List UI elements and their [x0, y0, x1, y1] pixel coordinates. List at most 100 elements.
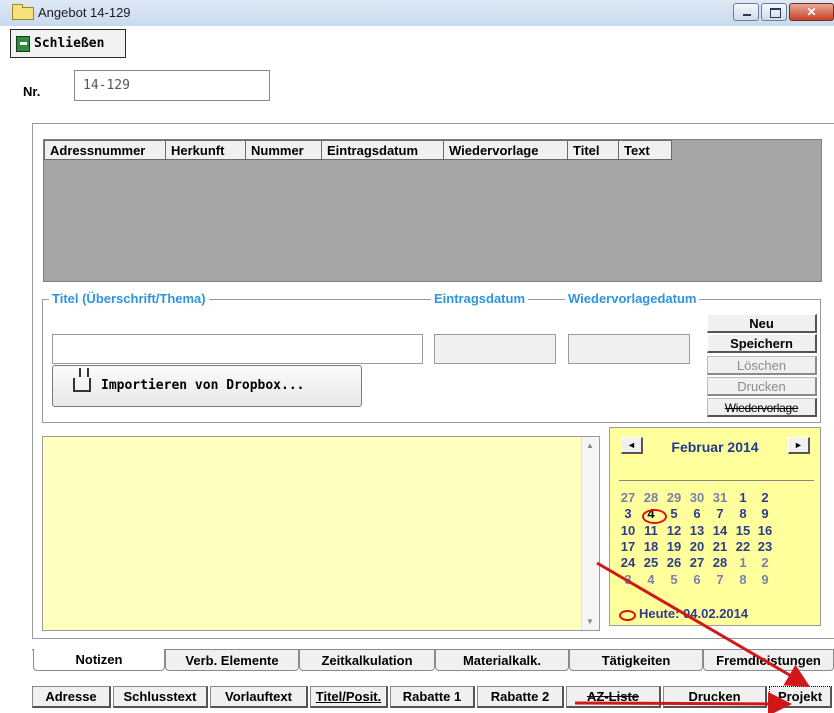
- window-close-button[interactable]: ✕: [789, 3, 834, 21]
- today-marker-icon: [619, 610, 636, 621]
- tab-print[interactable]: Drucken: [663, 686, 767, 708]
- column-header[interactable]: Text: [619, 140, 672, 160]
- calendar[interactable]: ◄ Februar 2014 ► 27 28 29 30 31 1 2 3 4 5 6 7 8 9 10 11…: [609, 427, 821, 626]
- close-icon: ✕: [806, 5, 817, 19]
- import-dropbox-button[interactable]: Importieren von Dropbox...: [52, 365, 362, 407]
- calendar-day[interactable]: 1: [732, 490, 754, 505]
- calendar-day[interactable]: 18: [640, 539, 662, 554]
- calendar-day[interactable]: 13: [686, 523, 708, 538]
- calendar-day[interactable]: 5: [663, 572, 685, 587]
- title-input[interactable]: [52, 334, 423, 364]
- minimize-button[interactable]: [733, 3, 759, 21]
- save-button[interactable]: Speichern: [707, 334, 817, 353]
- followup-date-field[interactable]: [568, 334, 690, 364]
- column-header[interactable]: Adressnummer: [44, 140, 166, 160]
- delete-button[interactable]: Löschen: [707, 356, 817, 375]
- calendar-day[interactable]: 30: [686, 490, 708, 505]
- calendar-day[interactable]: 16: [754, 523, 776, 538]
- calendar-day[interactable]: 9: [754, 572, 776, 587]
- calendar-day[interactable]: 14: [709, 523, 731, 538]
- maximize-button[interactable]: [761, 3, 787, 21]
- calendar-next-button[interactable]: ►: [788, 437, 810, 454]
- import-icon: [73, 368, 91, 392]
- exit-door-icon: [16, 36, 30, 52]
- calendar-day[interactable]: 1: [732, 555, 754, 570]
- tab-linked-elements[interactable]: Verb. Elemente: [165, 649, 299, 671]
- window-title: Angebot 14-129: [38, 5, 131, 20]
- folder-icon: [12, 4, 34, 20]
- calendar-day[interactable]: 21: [709, 539, 731, 554]
- calendar-day[interactable]: 6: [686, 506, 708, 521]
- calendar-day[interactable]: 3: [617, 572, 639, 587]
- calendar-day[interactable]: 25: [640, 555, 662, 570]
- calendar-day[interactable]: 19: [663, 539, 685, 554]
- calendar-day[interactable]: 20: [686, 539, 708, 554]
- calendar-day[interactable]: 15: [732, 523, 754, 538]
- calendar-day[interactable]: 6: [686, 572, 708, 587]
- calendar-day[interactable]: 4: [640, 572, 662, 587]
- followup-date-legend: Wiedervorlagedatum: [565, 291, 700, 306]
- followup-button[interactable]: Wiedervorlage: [707, 398, 817, 417]
- tab-title-positions[interactable]: Titel/Posit.: [310, 686, 388, 708]
- calendar-day[interactable]: 11: [640, 523, 662, 538]
- tab-az-list[interactable]: AZ-Liste: [566, 686, 661, 708]
- tab-project[interactable]: Projekt: [769, 686, 832, 708]
- calendar-day[interactable]: 3: [617, 506, 639, 521]
- column-header[interactable]: Eintragsdatum: [322, 140, 444, 160]
- column-header[interactable]: Wiedervorlage: [444, 140, 568, 160]
- calendar-day[interactable]: 9: [754, 506, 776, 521]
- scroll-up-icon[interactable]: ▲: [586, 441, 594, 450]
- calendar-day[interactable]: 8: [732, 506, 754, 521]
- entry-date-field[interactable]: [434, 334, 556, 364]
- tab-material-calculation[interactable]: Materialkalk.: [435, 649, 569, 671]
- calendar-day[interactable]: 26: [663, 555, 685, 570]
- new-button[interactable]: Neu: [707, 314, 817, 333]
- calendar-day[interactable]: 31: [709, 490, 731, 505]
- calendar-day[interactable]: 28: [640, 490, 662, 505]
- tab-discounts-2[interactable]: Rabatte 2: [477, 686, 564, 708]
- number-field[interactable]: 14-129: [74, 70, 270, 101]
- calendar-day[interactable]: 23: [754, 539, 776, 554]
- number-value: 14-129: [83, 78, 130, 93]
- calendar-day[interactable]: 8: [732, 572, 754, 587]
- title-bar: Angebot 14-129 ✕: [0, 0, 834, 26]
- tab-external-services[interactable]: Fremdleistungen: [703, 649, 834, 671]
- scroll-down-icon[interactable]: ▼: [586, 617, 594, 626]
- tab-closing-text[interactable]: Schlusstext: [113, 686, 208, 708]
- tab-time-calculation[interactable]: Zeitkalkulation: [299, 649, 435, 671]
- today-label[interactable]: Heute: 04.02.2014: [639, 606, 748, 621]
- tab-intro-text[interactable]: Vorlauftext: [210, 686, 308, 708]
- calendar-day[interactable]: 2: [754, 555, 776, 570]
- calendar-day[interactable]: 12: [663, 523, 685, 538]
- calendar-day[interactable]: 17: [617, 539, 639, 554]
- title-legend: Titel (Überschrift/Thema): [49, 291, 209, 306]
- minimize-icon: [743, 14, 751, 16]
- calendar-day[interactable]: 24: [617, 555, 639, 570]
- tab-notes[interactable]: Notizen: [33, 649, 165, 671]
- number-label: Nr.: [23, 84, 41, 99]
- tab-address[interactable]: Adresse: [32, 686, 111, 708]
- notes-grid[interactable]: Adressnummer Herkunft Nummer Eintragsdat…: [43, 139, 822, 282]
- calendar-day[interactable]: 22: [732, 539, 754, 554]
- calendar-day[interactable]: 29: [663, 490, 685, 505]
- import-dropbox-label: Importieren von Dropbox...: [101, 378, 305, 393]
- entry-date-legend: Eintragsdatum: [431, 291, 529, 306]
- notes-textarea[interactable]: ▲ ▼: [42, 436, 600, 631]
- calendar-day[interactable]: 7: [709, 506, 731, 521]
- close-form-button[interactable]: Schließen: [10, 29, 126, 58]
- calendar-day[interactable]: 28: [709, 555, 731, 570]
- column-header[interactable]: Nummer: [246, 140, 322, 160]
- calendar-day[interactable]: 27: [686, 555, 708, 570]
- tab-activities[interactable]: Tätigkeiten: [569, 649, 703, 671]
- column-header[interactable]: Herkunft: [166, 140, 246, 160]
- calendar-day[interactable]: 7: [709, 572, 731, 587]
- calendar-day[interactable]: 10: [617, 523, 639, 538]
- calendar-divider: [619, 480, 814, 481]
- calendar-day[interactable]: 27: [617, 490, 639, 505]
- print-button[interactable]: Drucken: [707, 377, 817, 396]
- column-header[interactable]: Titel: [568, 140, 619, 160]
- tab-discounts-1[interactable]: Rabatte 1: [390, 686, 475, 708]
- notes-scrollbar[interactable]: ▲ ▼: [581, 437, 599, 630]
- grid-header: Adressnummer Herkunft Nummer Eintragsdat…: [44, 140, 672, 160]
- calendar-day[interactable]: 2: [754, 490, 776, 505]
